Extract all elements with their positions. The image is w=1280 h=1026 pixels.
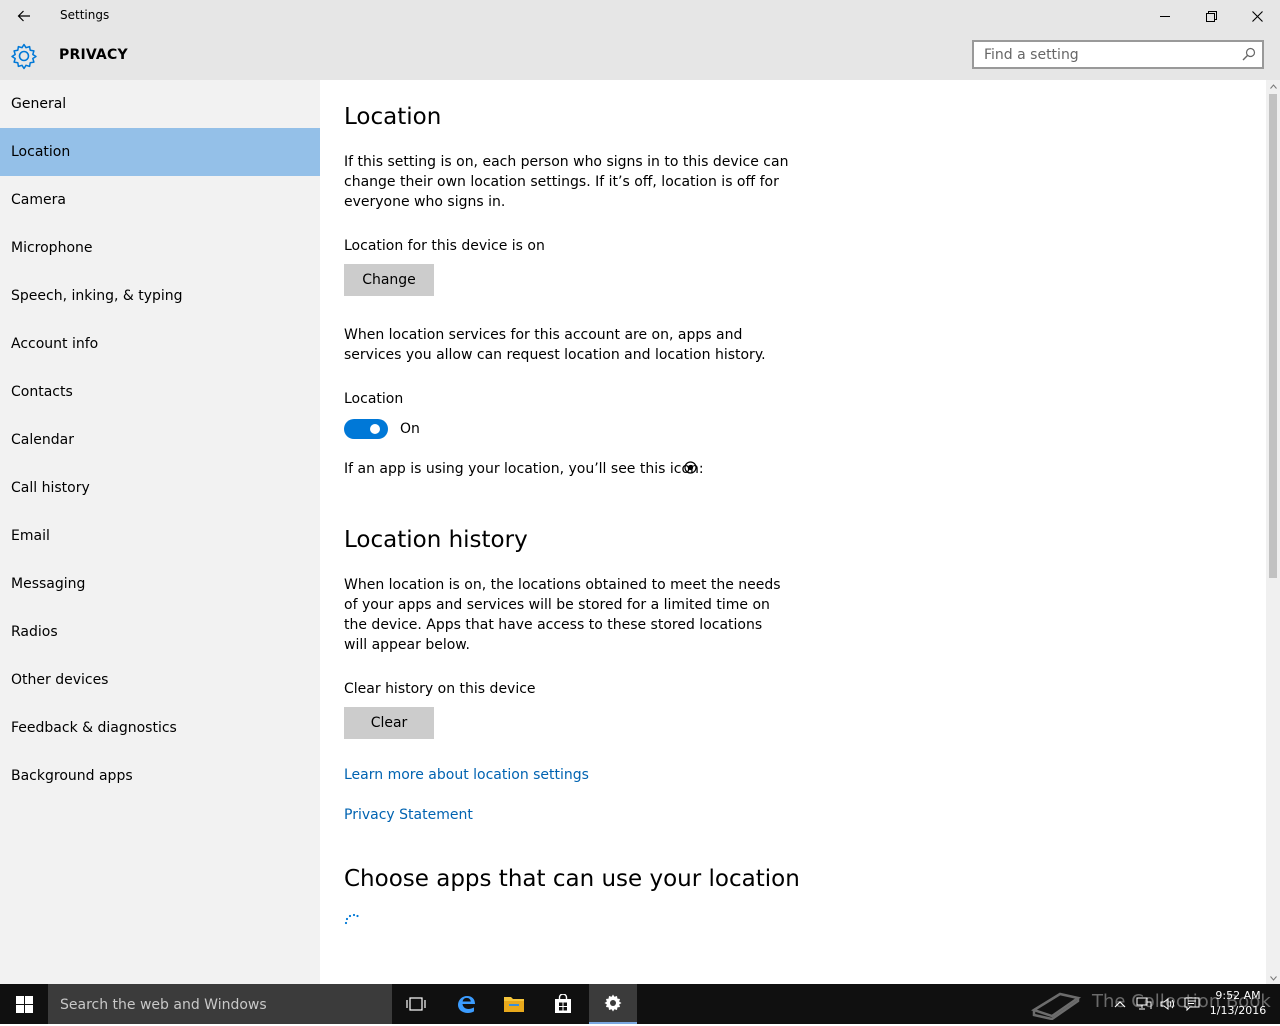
title-bar: Settings — [0, 0, 1280, 32]
sidebar-item-call-history[interactable]: Call history — [0, 464, 320, 512]
clock-time: 9:52 AM — [1215, 989, 1261, 1002]
task-view-button[interactable] — [392, 984, 440, 1024]
sidebar-item-background-apps[interactable]: Background apps — [0, 752, 320, 800]
sidebar-item-email[interactable]: Email — [0, 512, 320, 560]
back-button[interactable] — [8, 0, 40, 32]
settings-header: PRIVACY — [0, 32, 1280, 80]
search-icon[interactable] — [1242, 47, 1256, 61]
back-arrow-icon — [17, 10, 30, 22]
taskbar-clock[interactable]: 9:52 AM 1/13/2016 — [1208, 988, 1268, 1018]
taskbar-search-input[interactable] — [48, 984, 392, 1026]
watermark: The Collection Book — [1030, 986, 1271, 1022]
sidebar-item-camera[interactable]: Camera — [0, 176, 320, 224]
location-toggle-state: On — [400, 421, 420, 437]
gear-icon — [11, 43, 37, 70]
location-description: If this setting is on, each person who s… — [344, 154, 789, 210]
taskbar-edge[interactable] — [442, 984, 490, 1024]
sidebar-item-other-devices[interactable]: Other devices — [0, 656, 320, 704]
restore-button[interactable] — [1188, 0, 1234, 32]
privacy-sidebar: General Location Camera Microphone Speec… — [0, 80, 320, 984]
find-setting-box[interactable] — [972, 40, 1264, 69]
account-location-description: When location services for this account … — [344, 327, 766, 363]
sidebar-item-account-info[interactable]: Account info — [0, 320, 320, 368]
sidebar-item-general[interactable]: General — [0, 80, 320, 128]
sidebar-item-radios[interactable]: Radios — [0, 608, 320, 656]
location-heading: Location — [344, 104, 442, 130]
taskbar: The Collection Book 9:52 AM 1/13/2016 — [0, 984, 1280, 1026]
clock-date: 1/13/2016 — [1209, 1004, 1267, 1017]
location-icon-note: If an app is using your location, you’ll… — [344, 461, 704, 477]
location-history-description: When location is on, the locations obtai… — [344, 577, 781, 653]
task-view-icon — [406, 997, 426, 1011]
sidebar-item-calendar[interactable]: Calendar — [0, 416, 320, 464]
location-toggle[interactable] — [344, 419, 388, 439]
sidebar-item-location[interactable]: Location — [0, 128, 320, 176]
scroll-up-arrow-icon[interactable] — [1266, 80, 1280, 92]
start-button[interactable] — [0, 984, 48, 1024]
taskbar-file-explorer[interactable] — [490, 984, 538, 1024]
restore-icon — [1205, 10, 1217, 22]
sidebar-item-microphone[interactable]: Microphone — [0, 224, 320, 272]
toggle-knob — [370, 424, 380, 434]
change-button[interactable]: Change — [344, 264, 434, 296]
windows-logo-icon — [15, 995, 33, 1013]
action-center-icon[interactable] — [1184, 996, 1200, 1012]
close-icon — [1251, 10, 1263, 22]
choose-apps-heading: Choose apps that can use your location — [344, 866, 800, 892]
sidebar-item-contacts[interactable]: Contacts — [0, 368, 320, 416]
minimize-button[interactable] — [1142, 0, 1188, 32]
taskbar-settings[interactable] — [589, 984, 637, 1024]
vertical-scrollbar[interactable] — [1266, 80, 1280, 984]
store-bag-icon — [555, 994, 571, 1013]
settings-gear-icon — [604, 994, 622, 1012]
file-explorer-icon — [504, 997, 524, 1012]
page-title: PRIVACY — [59, 47, 128, 63]
clear-history-label: Clear history on this device — [344, 681, 536, 697]
location-in-use-icon — [684, 461, 697, 474]
clear-button[interactable]: Clear — [344, 707, 434, 739]
sidebar-item-messaging[interactable]: Messaging — [0, 560, 320, 608]
network-icon[interactable] — [1136, 996, 1152, 1012]
minimize-icon — [1160, 16, 1170, 17]
taskbar-search-box[interactable] — [48, 984, 392, 1026]
close-button[interactable] — [1234, 0, 1280, 32]
device-location-status: Location for this device is on — [344, 238, 545, 254]
scroll-down-arrow-icon[interactable] — [1266, 972, 1280, 984]
location-history-heading: Location history — [344, 527, 528, 553]
sidebar-item-feedback-diagnostics[interactable]: Feedback & diagnostics — [0, 704, 320, 752]
window-title: Settings — [60, 8, 110, 22]
location-toggle-label: Location — [344, 391, 404, 407]
sidebar-item-speech-inking-typing[interactable]: Speech, inking, & typing — [0, 272, 320, 320]
location-settings-pane: Location If this setting is on, each per… — [320, 80, 1266, 984]
find-setting-input[interactable] — [974, 42, 1244, 67]
edge-browser-icon — [458, 996, 475, 1013]
book-logo-icon — [1031, 992, 1082, 1020]
learn-more-location-link[interactable]: Learn more about location settings — [344, 767, 589, 783]
scrollbar-thumb[interactable] — [1269, 94, 1277, 578]
show-hidden-icons-chevron-icon[interactable] — [1112, 996, 1128, 1012]
privacy-statement-link[interactable]: Privacy Statement — [344, 807, 473, 823]
volume-icon[interactable] — [1160, 996, 1176, 1012]
taskbar-store[interactable] — [539, 984, 587, 1024]
loading-spinner-icon — [344, 913, 359, 925]
